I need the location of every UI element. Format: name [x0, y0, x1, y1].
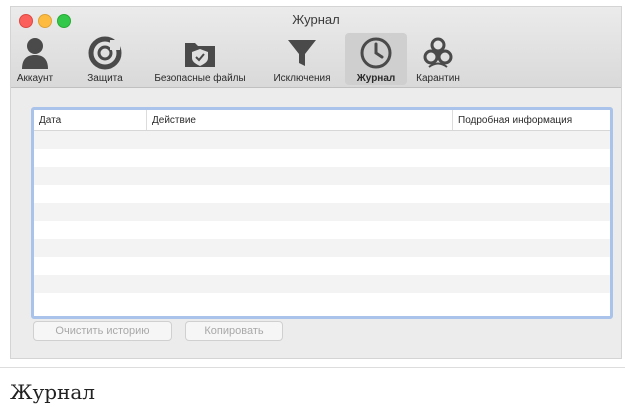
toolbar-item-quarantine[interactable]: Карантин: [413, 33, 463, 85]
filter-icon: [284, 35, 320, 71]
toolbar-item-journal[interactable]: Журнал: [345, 33, 407, 85]
toolbar-label-journal: Журнал: [356, 73, 396, 84]
table-row: [34, 203, 610, 221]
table-row: [34, 149, 610, 167]
toolbar-item-safe-files[interactable]: Безопасные файлы: [145, 33, 255, 85]
table-header: Дата Действие Подробная информация: [34, 110, 610, 131]
column-header-date[interactable]: Дата: [34, 110, 147, 130]
clock-icon: [358, 35, 394, 71]
table-row: [34, 221, 610, 239]
copy-button[interactable]: Копировать: [185, 321, 283, 341]
toolbar-label-quarantine: Карантин: [416, 73, 460, 84]
table-row: [34, 257, 610, 275]
table-row: [34, 167, 610, 185]
safe-files-icon: [182, 35, 218, 71]
table-row: [34, 293, 610, 311]
table-row: [34, 185, 610, 203]
clear-history-button[interactable]: Очистить историю: [33, 321, 172, 341]
column-header-action[interactable]: Действие: [147, 110, 453, 130]
biohazard-icon: [420, 35, 456, 71]
toolbar-item-account[interactable]: Аккаунт: [15, 33, 55, 85]
toolbar-item-exclusions[interactable]: Исключения: [265, 33, 339, 85]
divider: [0, 367, 625, 368]
table-row: [34, 239, 610, 257]
toolbar-label-protection: Защита: [87, 73, 123, 84]
account-icon: [17, 35, 53, 71]
table-row: [34, 275, 610, 293]
journal-window: Журнал Аккаунт Защита Безопасные файлы И…: [10, 6, 622, 359]
table-row: [34, 131, 610, 149]
column-header-details[interactable]: Подробная информация: [453, 110, 610, 130]
protection-icon: [87, 35, 123, 71]
page-caption: Журнал: [10, 380, 95, 404]
window-title: Журнал: [292, 12, 340, 27]
toolbar-item-protection[interactable]: Защита: [83, 33, 127, 85]
log-table[interactable]: Дата Действие Подробная информация: [31, 107, 613, 319]
title-bar: Журнал Аккаунт Защита Безопасные файлы И…: [11, 7, 621, 88]
toolbar-label-account: Аккаунт: [16, 73, 54, 84]
toolbar-label-safe-files: Безопасные файлы: [154, 73, 246, 84]
toolbar-label-exclusions: Исключения: [273, 73, 331, 84]
